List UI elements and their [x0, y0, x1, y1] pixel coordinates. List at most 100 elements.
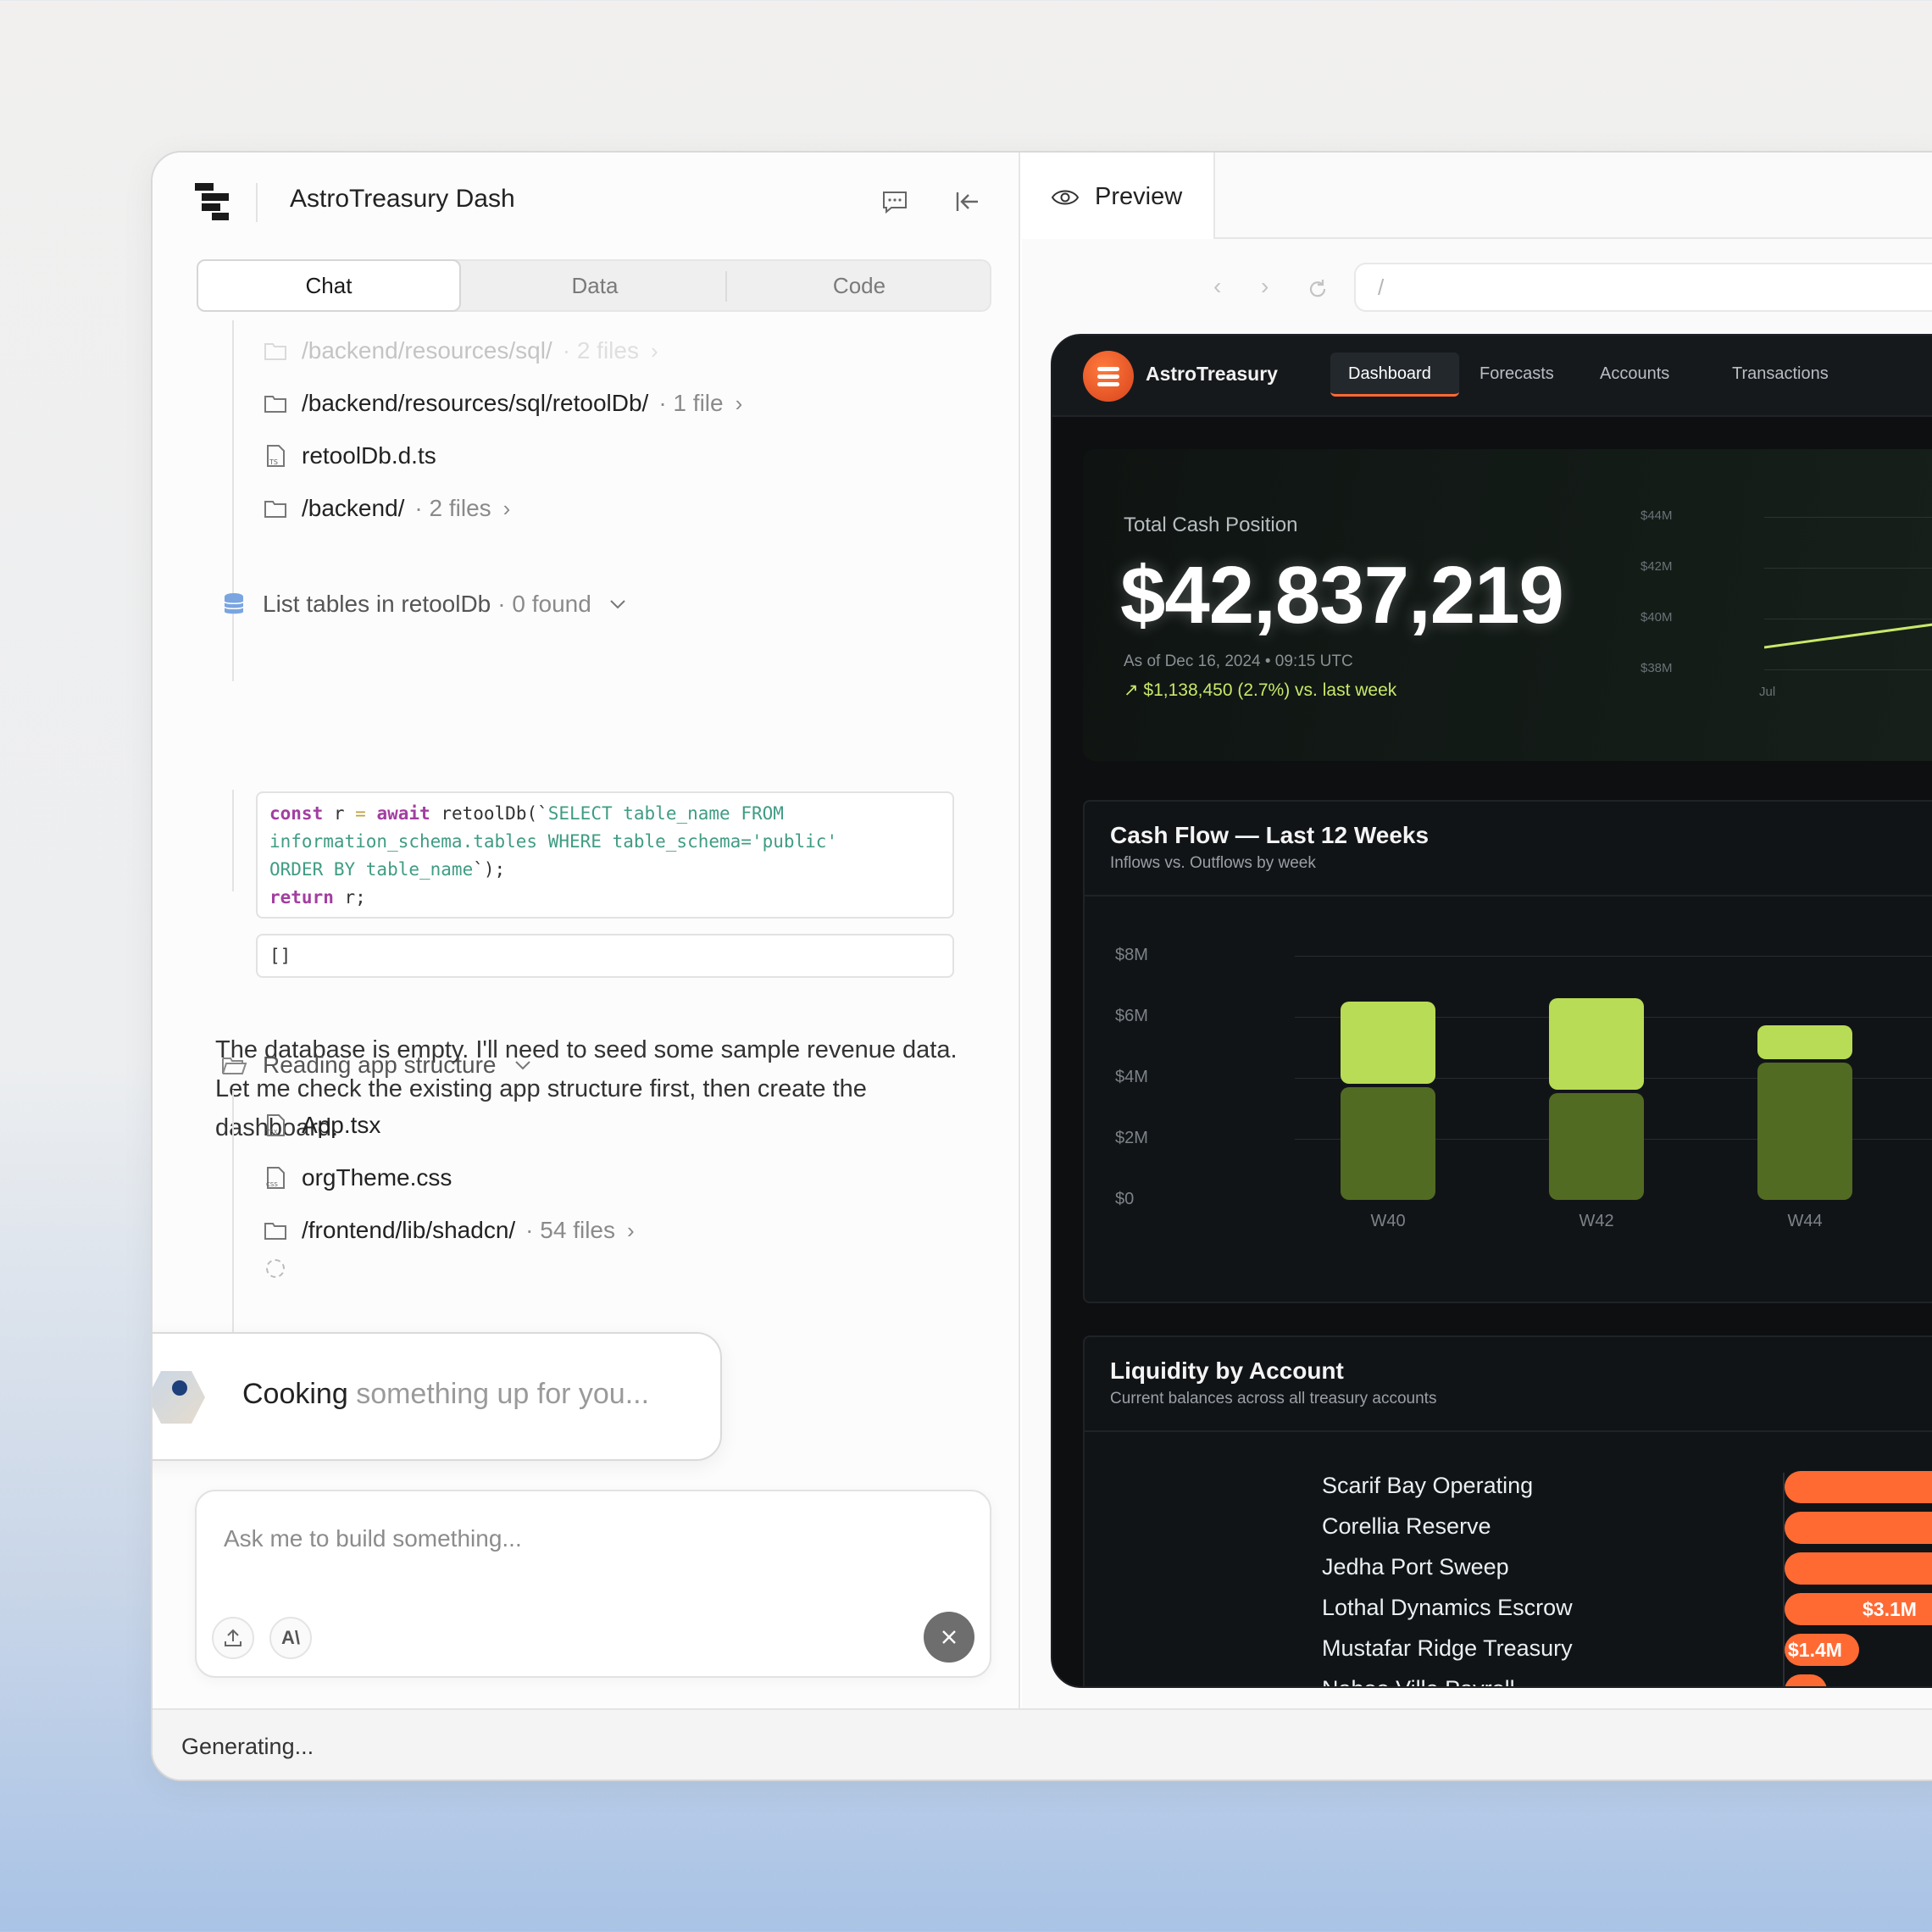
nav-accounts[interactable]: Accounts [1600, 364, 1669, 384]
model-button[interactable]: A\ [269, 1617, 312, 1659]
tsx-file-icon: TSX [265, 1114, 285, 1136]
upload-icon [225, 1629, 242, 1646]
status-bar: Generating... [153, 1708, 1932, 1779]
reload-icon[interactable] [1307, 278, 1329, 300]
cash-label: Total Cash Position [1124, 514, 1298, 536]
collapse-panel-icon[interactable] [952, 186, 983, 217]
status-text: Generating... [181, 1734, 314, 1759]
header-divider [256, 183, 258, 222]
outflow-bar [1757, 1063, 1852, 1200]
file-meta: · 2 files [414, 495, 491, 521]
tree-line [232, 790, 234, 891]
x-axis-tick: W42 [1579, 1212, 1614, 1230]
app-title: AstroTreasury Dash [290, 185, 515, 213]
svg-text:TS: TS [269, 458, 278, 466]
loading-spinner-icon [266, 1259, 285, 1278]
file-row[interactable]: /backend/ · 2 files › [263, 491, 510, 525]
mini-y-tick: $38M [1641, 661, 1673, 675]
preview-panel: Preview ‹ › / AstroTreasury Dashboard Fo… [1022, 153, 1932, 1708]
anthropic-icon: A\ [281, 1627, 300, 1648]
file-meta: · 54 files [525, 1217, 615, 1243]
y-axis-tick: $8M [1115, 946, 1148, 964]
svg-text:TSX: TSX [265, 1129, 278, 1135]
y-axis-tick: $0 [1115, 1190, 1135, 1208]
account-value: $3.1M [1863, 1598, 1917, 1620]
stop-button[interactable] [924, 1612, 974, 1663]
dashboard-app: AstroTreasury Dashboard Forecasts Accoun… [1051, 334, 1932, 1688]
chevron-down-icon [610, 600, 625, 609]
file-row[interactable]: CSS orgTheme.css [263, 1161, 452, 1195]
y-axis-tick: $2M [1115, 1129, 1148, 1147]
chevron-right-icon: › [650, 337, 658, 364]
outflow-bar [1549, 1093, 1644, 1200]
panel-header: AstroTreasury Dash [153, 153, 1020, 246]
file-row[interactable]: TS retoolDb.d.ts [263, 439, 436, 473]
tree-line [232, 320, 234, 681]
file-row[interactable]: /backend/resources/sql/ · 2 files › [263, 334, 658, 368]
cash-flow-card: Cash Flow — Last 12 Weeks Inflows vs. Ou… [1083, 800, 1932, 1303]
account-name: Corellia Reserve [1322, 1513, 1491, 1539]
chevron-right-icon: › [502, 495, 511, 521]
cash-change: ↗ $1,138,450 (2.7%) vs. last week [1124, 680, 1397, 700]
liquidity-card: Liquidity by Account Current balances ac… [1083, 1335, 1932, 1686]
x-axis-tick: W44 [1787, 1212, 1823, 1230]
nav-forecasts[interactable]: Forecasts [1480, 364, 1554, 384]
account-name: Scarif Bay Operating [1322, 1473, 1534, 1498]
cash-value: $42,837,219 [1120, 550, 1564, 641]
nav-transactions[interactable]: Transactions [1732, 364, 1829, 384]
folder-icon [264, 501, 286, 518]
tab-preview[interactable]: Preview [1022, 153, 1215, 239]
mini-gridline [1764, 669, 1932, 670]
tree-line [232, 1090, 234, 1337]
cooking-toast: Cooking something up for you... [153, 1332, 722, 1461]
account-value: $1.4M [1788, 1639, 1842, 1661]
card-subtitle: Current balances across all treasury acc… [1110, 1390, 1437, 1407]
tab-chat[interactable]: Chat [197, 259, 461, 312]
tab-code[interactable]: Code [727, 261, 991, 310]
preview-label: Preview [1095, 183, 1183, 210]
url-bar[interactable]: / [1354, 263, 1932, 312]
account-bar [1785, 1552, 1932, 1585]
account-name: Jedha Port Sweep [1322, 1554, 1509, 1579]
eye-icon [1051, 190, 1080, 205]
code-result: [] [256, 934, 954, 978]
cooking-text: Cooking something up for you... [242, 1378, 650, 1410]
cash-trend-line [1764, 623, 1932, 649]
nav-dashboard[interactable]: Dashboard [1348, 364, 1431, 384]
file-meta: · 2 files [562, 337, 639, 364]
mini-y-tick: $42M [1641, 559, 1673, 574]
file-path: orgTheme.css [302, 1164, 452, 1191]
comment-icon[interactable] [880, 186, 910, 217]
file-path: /backend/ [302, 495, 405, 521]
file-row[interactable]: /frontend/lib/shadcn/ · 54 files › [263, 1213, 635, 1247]
file-path: /backend/resources/sql/retoolDb/ [302, 390, 649, 416]
account-bar [1785, 1674, 1827, 1686]
mini-y-tick: $40M [1641, 610, 1673, 625]
forward-button[interactable]: › [1261, 273, 1269, 300]
tab-data[interactable]: Data [463, 261, 727, 310]
upload-button[interactable] [212, 1617, 254, 1659]
app-navbar: AstroTreasury Dashboard Forecasts Accoun… [1052, 336, 1932, 417]
x-axis-tick: W40 [1370, 1212, 1406, 1230]
file-row[interactable]: /backend/resources/sql/retoolDb/ · 1 fil… [263, 386, 742, 420]
chevron-right-icon: › [735, 390, 743, 416]
svg-text:CSS: CSS [266, 1181, 278, 1188]
composer[interactable]: Ask me to build something... A\ [195, 1490, 991, 1678]
gridline [1295, 956, 1932, 957]
chat-panel: AstroTreasury Dash Chat Data Code /backe… [153, 153, 1020, 1708]
typescript-file-icon: TS [267, 445, 285, 467]
prompt-input[interactable]: Ask me to build something... [224, 1525, 522, 1552]
reading-step[interactable]: Reading app structure [220, 1048, 534, 1082]
card-title: Liquidity by Account [1110, 1357, 1344, 1384]
close-icon [942, 1630, 956, 1644]
code-block: const r = await retoolDb(`SELECT table_n… [256, 791, 954, 919]
brand-name: AstroTreasury [1146, 363, 1278, 385]
folder-icon [264, 396, 286, 413]
list-tables-step[interactable]: List tables in retoolDb · 0 found [220, 587, 629, 621]
step-title: Reading app structure [263, 1052, 497, 1078]
chat-scroll-area[interactable]: /backend/resources/sql/ · 2 files › /bac… [153, 320, 1020, 1498]
back-button[interactable]: ‹ [1213, 273, 1221, 300]
account-name: Naboo Ville Payroll [1322, 1676, 1515, 1686]
database-icon [224, 593, 244, 614]
file-row[interactable]: TSX App.tsx [263, 1108, 380, 1142]
